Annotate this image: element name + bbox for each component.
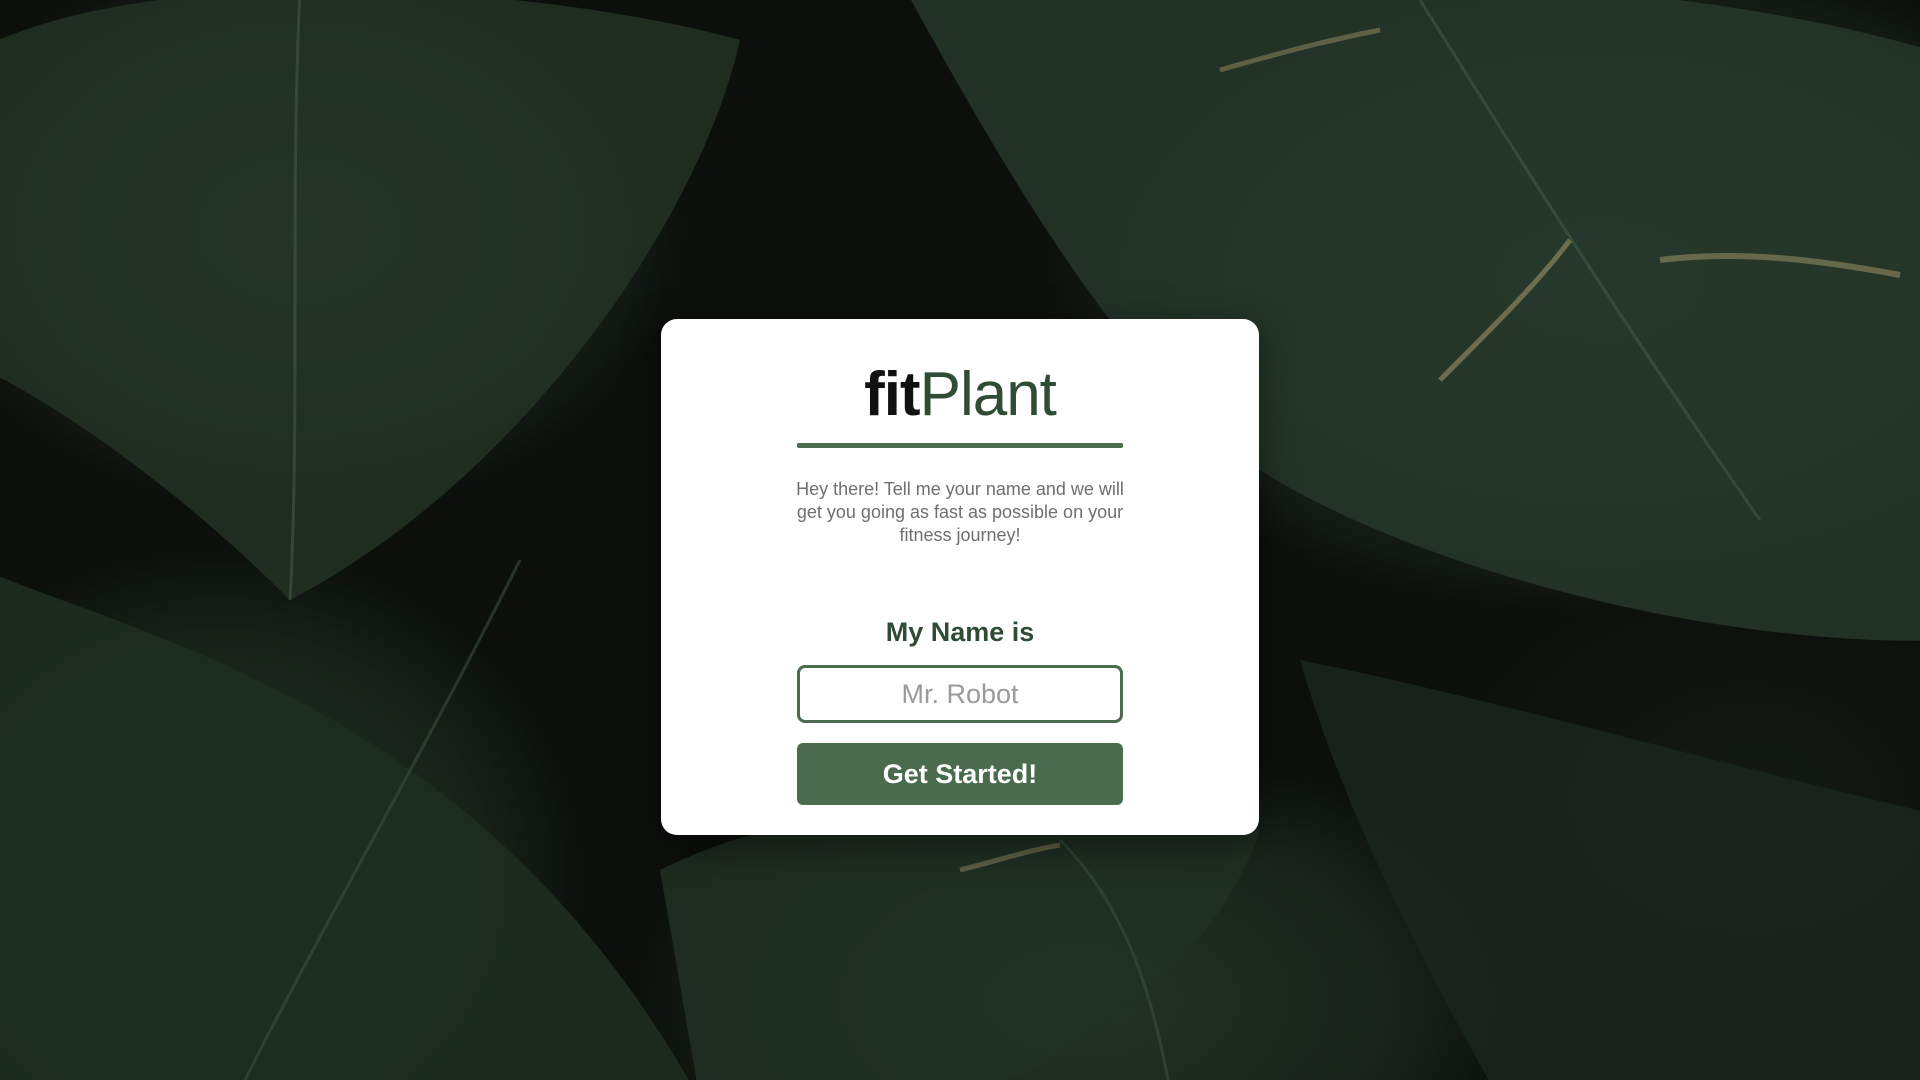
logo-prefix: fit — [864, 360, 921, 429]
intro-text: Hey there! Tell me your name and we will… — [796, 479, 1124, 545]
background-leaves-photo: fitPlant Hey there! Tell me your name an… — [0, 0, 1920, 1080]
name-input[interactable] — [797, 665, 1123, 723]
logo-accent: Plant — [919, 360, 1057, 429]
logo-divider — [797, 443, 1123, 448]
app-logo: fitPlant — [864, 359, 1057, 431]
get-started-button[interactable]: Get Started! — [797, 743, 1123, 805]
name-label: My Name is — [885, 617, 1035, 647]
welcome-card: fitPlant Hey there! Tell me your name an… — [661, 319, 1259, 835]
